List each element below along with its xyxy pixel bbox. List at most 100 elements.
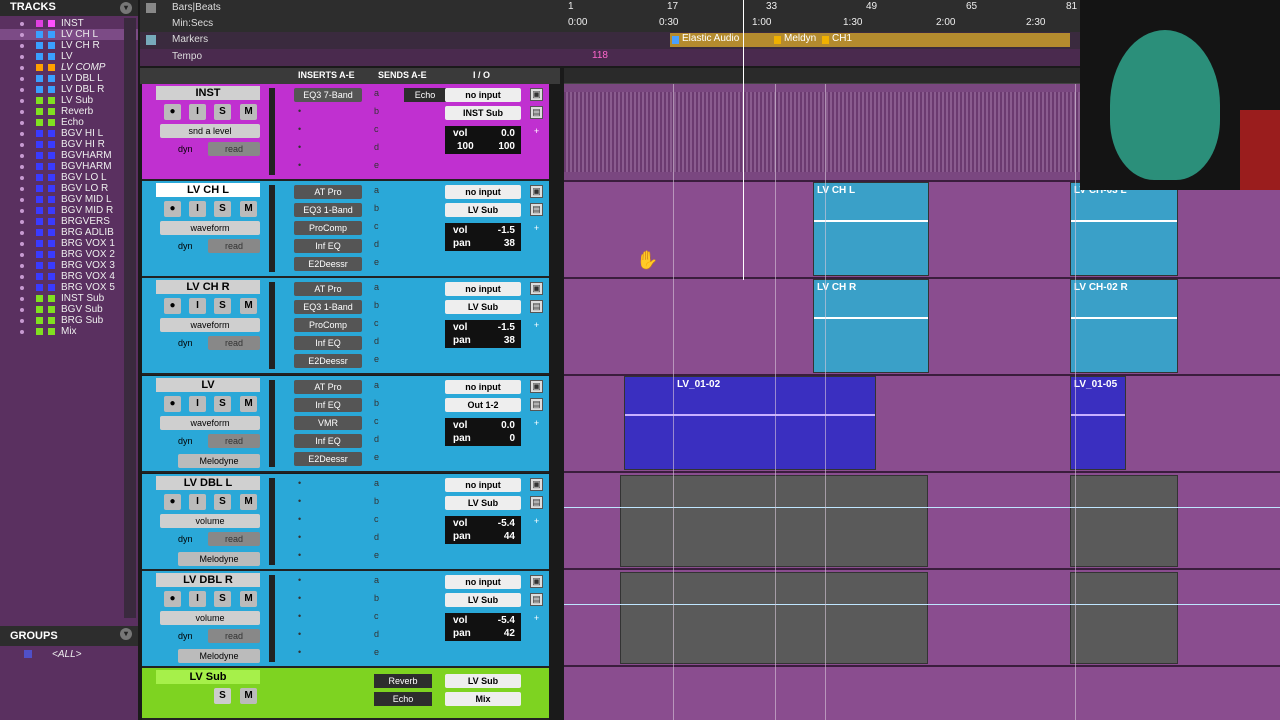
- track-list-item[interactable]: Reverb: [0, 106, 138, 117]
- track-list-item[interactable]: BGV LO R: [0, 183, 138, 194]
- track-list-item[interactable]: LV DBL R: [0, 84, 138, 95]
- volume-automation-line[interactable]: [564, 507, 1280, 508]
- add-icon[interactable]: +: [530, 418, 543, 431]
- track-menu-icon[interactable]: ▣: [530, 478, 543, 491]
- track-list-item[interactable]: LV: [0, 51, 138, 62]
- min-secs-ruler[interactable]: Min:Secs 0:00 0:30 1:00 1:30 2:00 2:30: [140, 16, 1080, 33]
- solo-button[interactable]: S: [214, 201, 231, 217]
- track-name[interactable]: LV: [156, 378, 260, 392]
- track-menu-icon[interactable]: ▣: [530, 88, 543, 101]
- track-list-item[interactable]: BGV LO L: [0, 172, 138, 183]
- track-name[interactable]: LV CH L: [156, 183, 260, 197]
- track-menu-icon[interactable]: ▣: [530, 185, 543, 198]
- insert-slot-empty[interactable]: •: [298, 575, 301, 585]
- track-list-item[interactable]: BRG VOX 3: [0, 260, 138, 271]
- automation-mode-selector[interactable]: read: [208, 629, 260, 643]
- track-list-item[interactable]: Echo: [0, 117, 138, 128]
- track-show-dot-icon[interactable]: [20, 110, 24, 114]
- track-menu-icon[interactable]: ▣: [530, 282, 543, 295]
- output-selector[interactable]: Mix: [445, 692, 521, 706]
- track-show-dot-icon[interactable]: [20, 209, 24, 213]
- solo-button[interactable]: S: [214, 591, 231, 607]
- track-show-dot-icon[interactable]: [20, 308, 24, 312]
- tracks-panel-scrollbar[interactable]: [124, 18, 136, 618]
- output-selector[interactable]: Out 1-2: [445, 398, 521, 412]
- marker-ch1[interactable]: CH1: [820, 33, 1070, 47]
- track-show-dot-icon[interactable]: [20, 275, 24, 279]
- volume-pan-display[interactable]: vol 0.0 pan 0: [445, 418, 521, 446]
- track-view-selector[interactable]: snd a level: [160, 124, 260, 138]
- track-show-dot-icon[interactable]: [20, 187, 24, 191]
- track-view-selector[interactable]: waveform: [160, 221, 260, 235]
- track-list-item[interactable]: BRG VOX 1: [0, 238, 138, 249]
- input-monitor-button[interactable]: I: [189, 201, 206, 217]
- track-show-dot-icon[interactable]: [20, 319, 24, 323]
- automation-mode-selector[interactable]: read: [208, 532, 260, 546]
- playlist-selector[interactable]: Melodyne: [178, 649, 260, 663]
- mute-button[interactable]: M: [240, 688, 257, 704]
- insert-slot[interactable]: EQ3 1-Band: [294, 203, 362, 217]
- insert-slot-empty[interactable]: •: [298, 106, 301, 116]
- record-button[interactable]: ●: [164, 494, 181, 510]
- insert-slot[interactable]: AT Pro: [294, 380, 362, 394]
- playlist-selector[interactable]: Melodyne: [178, 552, 260, 566]
- clip-lv-01-05[interactable]: LV_01-05: [1070, 376, 1126, 470]
- record-button[interactable]: ●: [164, 298, 181, 314]
- track-list-item[interactable]: LV Sub: [0, 95, 138, 106]
- clip-lv-dbl-r-2[interactable]: [1070, 572, 1178, 664]
- automation-mode-selector[interactable]: read: [208, 142, 260, 156]
- track-name[interactable]: LV CH R: [156, 280, 260, 294]
- input-monitor-button[interactable]: I: [189, 396, 206, 412]
- track-list-item[interactable]: BGV HI L: [0, 128, 138, 139]
- input-selector[interactable]: LV Sub: [445, 674, 521, 688]
- track-show-dot-icon[interactable]: [20, 132, 24, 136]
- volume-pan-display[interactable]: vol 0.0 100 100: [445, 126, 521, 154]
- track-show-dot-icon[interactable]: [20, 264, 24, 268]
- insert-slot[interactable]: EQ3 1-Band: [294, 300, 362, 314]
- output-window-icon[interactable]: ▤: [530, 398, 543, 411]
- solo-button[interactable]: S: [214, 104, 231, 120]
- playhead-cursor[interactable]: [743, 0, 744, 280]
- track-list-item[interactable]: BGVHARM: [0, 161, 138, 172]
- add-icon[interactable]: +: [530, 223, 543, 236]
- track-show-dot-icon[interactable]: [20, 176, 24, 180]
- clip-lv-dbl-r-1[interactable]: [620, 572, 928, 664]
- insert-slot[interactable]: ProComp: [294, 221, 362, 235]
- insert-slot[interactable]: E2Deessr: [294, 354, 362, 368]
- send-slot[interactable]: Echo: [404, 88, 446, 102]
- track-show-dot-icon[interactable]: [20, 198, 24, 202]
- output-window-icon[interactable]: ▤: [530, 496, 543, 509]
- add-icon[interactable]: +: [530, 613, 543, 626]
- track-name[interactable]: INST: [156, 86, 260, 100]
- add-icon[interactable]: +: [530, 516, 543, 529]
- clip-lv-dbl-l-2[interactable]: [1070, 475, 1178, 567]
- track-list-item[interactable]: LV DBL L: [0, 73, 138, 84]
- send-b[interactable]: Echo: [374, 692, 432, 706]
- volume-automation-line[interactable]: [564, 604, 1280, 605]
- solo-button[interactable]: S: [214, 494, 231, 510]
- track-list-item[interactable]: BGV MID R: [0, 205, 138, 216]
- bars-beats-ruler[interactable]: Bars|Beats 1 17 33 49 65 81: [140, 0, 1080, 17]
- insert-slot-empty[interactable]: •: [298, 647, 301, 657]
- track-name[interactable]: LV DBL L: [156, 476, 260, 490]
- insert-slot-empty[interactable]: •: [298, 160, 301, 170]
- track-show-dot-icon[interactable]: [20, 154, 24, 158]
- track-list-item[interactable]: BRG ADLIB: [0, 227, 138, 238]
- output-selector[interactable]: LV Sub: [445, 300, 521, 314]
- clip-lv-ch-l[interactable]: LV CH L: [813, 182, 929, 276]
- track-list-item[interactable]: INST Sub: [0, 293, 138, 304]
- track-view-selector[interactable]: waveform: [160, 416, 260, 430]
- volume-pan-display[interactable]: vol -1.5 pan 38: [445, 320, 521, 348]
- track-list-item[interactable]: BGV Sub: [0, 304, 138, 315]
- tempo-ruler[interactable]: Tempo 118: [140, 49, 1080, 66]
- record-button[interactable]: ●: [164, 104, 181, 120]
- track-list-item[interactable]: BRG VOX 2: [0, 249, 138, 260]
- track-list-item[interactable]: BRG VOX 5: [0, 282, 138, 293]
- track-view-selector[interactable]: volume: [160, 514, 260, 528]
- track-show-dot-icon[interactable]: [20, 330, 24, 334]
- output-selector[interactable]: LV Sub: [445, 203, 521, 217]
- automation-mode-selector[interactable]: read: [208, 336, 260, 350]
- mute-button[interactable]: M: [240, 396, 257, 412]
- output-window-icon[interactable]: ▤: [530, 203, 543, 216]
- automation-mode-selector[interactable]: read: [208, 239, 260, 253]
